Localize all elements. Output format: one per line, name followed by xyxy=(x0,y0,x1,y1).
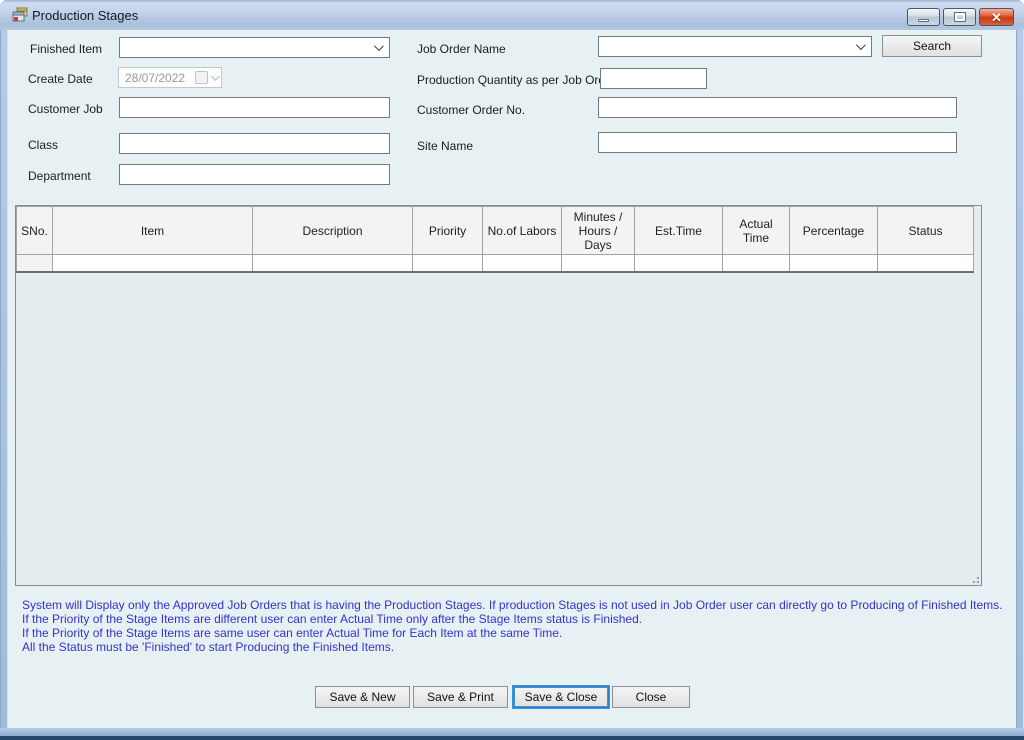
production-quantity-input[interactable] xyxy=(600,68,707,89)
create-date-label: Create Date xyxy=(28,72,93,86)
grid-cell[interactable] xyxy=(723,255,790,272)
job-order-name-combo[interactable] xyxy=(598,36,872,57)
grid-cell[interactable] xyxy=(253,255,413,272)
grid-cell[interactable] xyxy=(483,255,562,272)
grid-cell[interactable] xyxy=(53,255,253,272)
production-stages-window: Production Stages ✕ Finished Item Create… xyxy=(0,0,1024,740)
window-border-bottom xyxy=(0,728,1024,740)
grid-resize-grip[interactable] xyxy=(971,575,979,583)
note-line: If the Priority of the Stage Items are s… xyxy=(22,626,1008,640)
col-actual-time[interactable]: Actual Time xyxy=(723,207,790,255)
grid-cell[interactable] xyxy=(413,255,483,272)
grid-cell[interactable] xyxy=(562,255,635,272)
col-minutes-hours-days[interactable]: Minutes / Hours / Days xyxy=(562,207,635,255)
department-input[interactable] xyxy=(119,164,390,185)
title-bar[interactable]: Production Stages ✕ xyxy=(0,0,1024,30)
job-order-name-label: Job Order Name xyxy=(417,42,506,56)
chevron-down-icon xyxy=(856,40,866,50)
site-name-input[interactable] xyxy=(598,132,957,153)
calendar-icon xyxy=(195,71,208,84)
col-no-of-labors[interactable]: No.of Labors xyxy=(483,207,562,255)
col-priority[interactable]: Priority xyxy=(413,207,483,255)
class-input[interactable] xyxy=(119,133,390,154)
finished-item-combo[interactable] xyxy=(119,37,390,58)
create-date-picker: 28/07/2022 xyxy=(118,67,222,88)
production-quantity-label: Production Quantity as per Job Order xyxy=(417,73,616,87)
save-and-close-button[interactable]: Save & Close xyxy=(513,686,609,708)
chevron-down-icon xyxy=(211,72,219,80)
class-label: Class xyxy=(28,138,58,152)
col-status[interactable]: Status xyxy=(878,207,974,255)
maximize-icon xyxy=(955,13,965,21)
col-description[interactable]: Description xyxy=(253,207,413,255)
instruction-notes: System will Display only the Approved Jo… xyxy=(22,598,1008,654)
customer-job-input[interactable] xyxy=(119,97,390,118)
minimize-button[interactable] xyxy=(907,8,940,26)
col-percentage[interactable]: Percentage xyxy=(790,207,878,255)
grid-header-row: SNo. Item Description Priority No.of Lab… xyxy=(17,207,974,255)
note-line: System will Display only the Approved Jo… xyxy=(22,598,1008,612)
site-name-label: Site Name xyxy=(417,139,473,153)
col-sno[interactable]: SNo. xyxy=(17,207,53,255)
customer-order-no-label: Customer Order No. xyxy=(417,103,525,117)
create-date-value: 28/07/2022 xyxy=(125,71,185,85)
form-client-area: Finished Item Create Date 28/07/2022 Cus… xyxy=(8,30,1016,728)
window-border-right xyxy=(1016,30,1024,728)
minimize-icon xyxy=(918,19,929,22)
close-icon: ✕ xyxy=(991,11,1002,24)
chevron-down-icon xyxy=(374,41,384,51)
grid-empty-row[interactable] xyxy=(17,255,974,272)
finished-item-label: Finished Item xyxy=(30,42,102,56)
stages-data-grid[interactable]: SNo. Item Description Priority No.of Lab… xyxy=(15,205,982,586)
customer-job-label: Customer Job xyxy=(28,102,103,116)
col-item[interactable]: Item xyxy=(53,207,253,255)
window-title: Production Stages xyxy=(32,8,138,23)
close-form-button[interactable]: Close xyxy=(612,686,690,708)
note-line: If the Priority of the Stage Items are d… xyxy=(22,612,1008,626)
col-est-time[interactable]: Est.Time xyxy=(635,207,723,255)
stages-table: SNo. Item Description Priority No.of Lab… xyxy=(16,206,974,273)
save-and-new-button[interactable]: Save & New xyxy=(315,686,410,708)
save-and-print-button[interactable]: Save & Print xyxy=(413,686,508,708)
department-label: Department xyxy=(28,169,91,183)
close-button[interactable]: ✕ xyxy=(979,8,1014,26)
maximize-button[interactable] xyxy=(943,8,976,26)
grid-cell[interactable] xyxy=(878,255,974,272)
app-form-icon xyxy=(12,7,28,23)
note-line: All the Status must be 'Finished' to sta… xyxy=(22,640,1008,654)
grid-cell[interactable] xyxy=(635,255,723,272)
grid-cell[interactable] xyxy=(17,255,53,272)
search-button[interactable]: Search xyxy=(882,35,982,57)
window-border-left xyxy=(0,30,8,728)
customer-order-no-input[interactable] xyxy=(598,97,957,118)
grid-cell[interactable] xyxy=(790,255,878,272)
